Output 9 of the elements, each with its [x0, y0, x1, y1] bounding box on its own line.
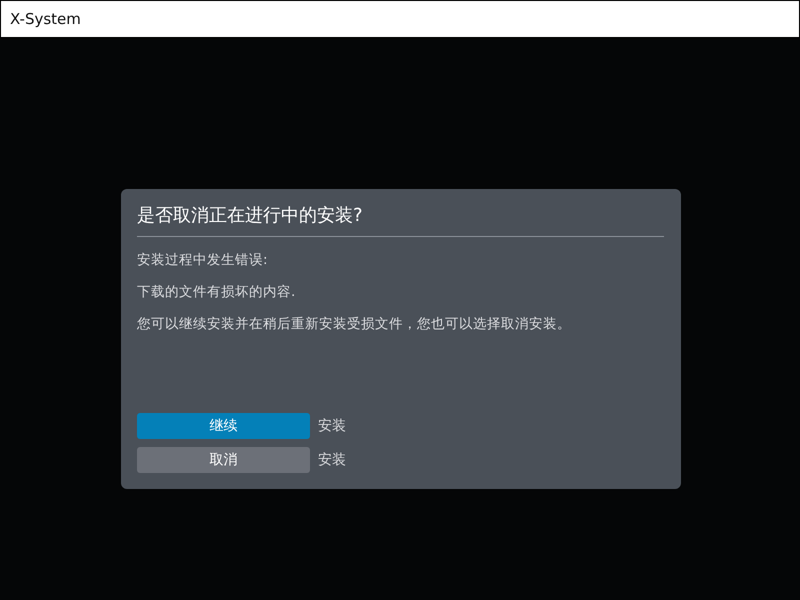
dialog-title: 是否取消正在进行中的安装? — [137, 204, 364, 228]
message-text: 您可以继续安装并在稍后重新安装受损文件，您也可以选择取消安装。 — [137, 315, 572, 333]
window-title: X-System — [10, 10, 81, 28]
option-button[interactable]: 继续 — [137, 413, 310, 439]
option-button[interactable]: 取消 — [137, 447, 310, 473]
option-label: 安装 — [318, 451, 346, 469]
message-text: 下载的文件有损坏的内容. — [137, 283, 296, 301]
option-label: 安装 — [318, 417, 346, 435]
message-text: 安装过程中发生错误: — [137, 251, 269, 269]
